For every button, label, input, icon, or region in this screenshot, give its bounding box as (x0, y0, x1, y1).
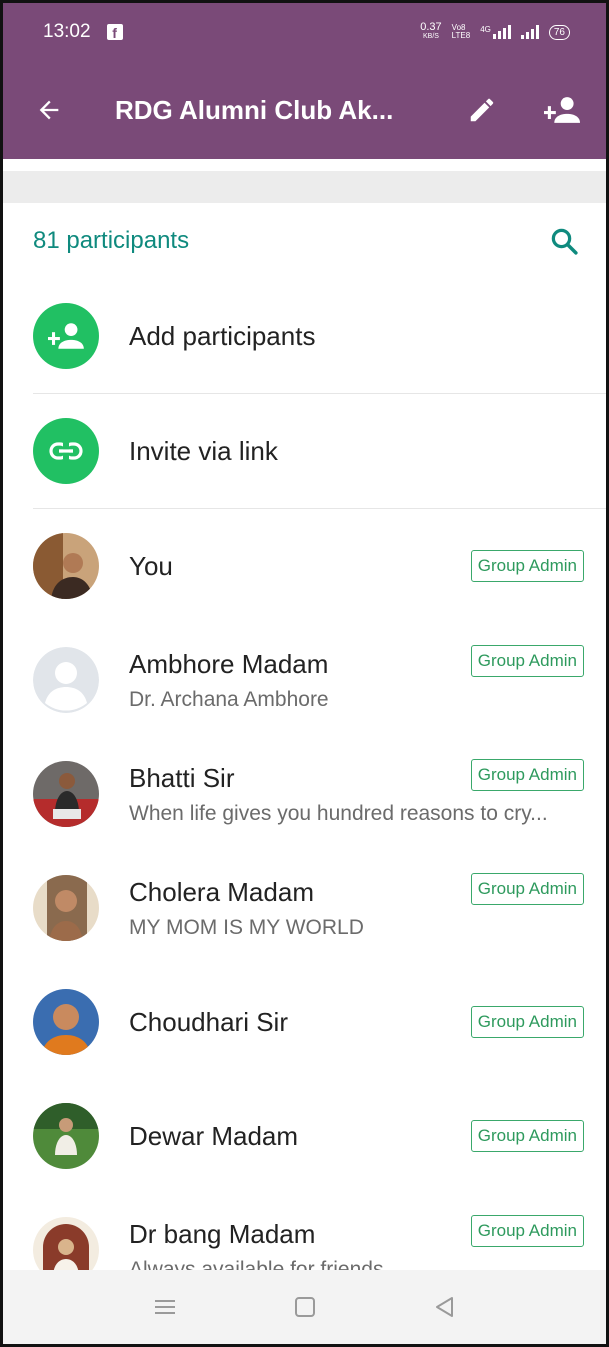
net-speed-unit: KB/S (422, 33, 439, 40)
edit-button[interactable] (462, 90, 502, 130)
invite-via-link-row[interactable]: Invite via link (3, 394, 606, 508)
group-admin-badge: Group Admin (470, 645, 584, 677)
participants-header: 81 participants (3, 203, 606, 279)
pencil-icon (470, 98, 494, 122)
invite-link-icon-circle (33, 418, 99, 484)
menu-lines-icon (154, 1300, 175, 1314)
participants-count: 81 participants (33, 227, 190, 254)
group-admin-badge: Group Admin (470, 1120, 584, 1152)
avatar (33, 989, 99, 1055)
search-button[interactable] (544, 221, 584, 261)
volte-indicator: Vo8 LTE8 (452, 24, 471, 40)
signal-icon-sim2 (520, 25, 539, 39)
back-nav-button[interactable] (429, 1291, 461, 1323)
group-admin-badge: Group Admin (470, 1215, 584, 1247)
back-button[interactable] (35, 90, 75, 130)
add-person-icon (544, 97, 580, 123)
member-row-choudhari[interactable]: Choudhari Sir Group Admin (3, 965, 606, 1079)
status-bar: 13:02 f 0.37 KB/S Vo8 LTE8 4G 76 (3, 3, 606, 61)
system-nav-bar (3, 1270, 606, 1344)
member-about: When life gives you hundred reasons to c… (129, 801, 548, 825)
recents-button[interactable] (149, 1291, 181, 1323)
net-speed-value: 0.37 (420, 21, 442, 33)
member-row-cholera[interactable]: Cholera Madam MY MOM IS MY WORLD Group A… (3, 851, 606, 965)
invite-via-link-label: Invite via link (129, 435, 278, 466)
network-type: 4G (480, 25, 491, 34)
add-participants-icon-circle (33, 303, 99, 369)
group-admin-badge: Group Admin (470, 873, 584, 905)
status-time: 13:02 (43, 21, 91, 42)
link-icon (49, 442, 83, 460)
triangle-back-icon (435, 1297, 453, 1317)
section-divider (3, 171, 606, 203)
member-about: Dr. Archana Ambhore (129, 687, 329, 711)
arrow-left-icon (39, 100, 59, 120)
group-title[interactable]: RDG Alumni Club Ak... (115, 95, 462, 126)
search-icon (551, 228, 578, 255)
square-icon (294, 1297, 315, 1317)
member-row-ambhore[interactable]: Ambhore Madam Dr. Archana Ambhore Group … (3, 623, 606, 737)
volte-line2: LTE8 (451, 31, 471, 40)
app-bar: RDG Alumni Club Ak... (3, 61, 606, 159)
avatar (33, 647, 99, 713)
net-speed: 0.37 KB/S (420, 22, 441, 42)
member-row-you[interactable]: You Group Admin (3, 509, 606, 623)
battery-icon: 76 (548, 24, 570, 40)
add-participants-label: Add participants (129, 320, 316, 351)
group-admin-badge: Group Admin (470, 1006, 584, 1038)
add-participants-row[interactable]: Add participants (3, 279, 606, 393)
screen: 13:02 f 0.37 KB/S Vo8 LTE8 4G 76 RDG Alu… (0, 0, 609, 1347)
avatar (33, 533, 99, 599)
signal-icon: 4G (480, 25, 511, 39)
avatar (33, 761, 99, 827)
facebook-icon: f (106, 24, 123, 40)
group-admin-badge: Group Admin (470, 759, 584, 791)
add-person-icon (48, 323, 84, 349)
avatar (33, 1103, 99, 1169)
member-about: MY MOM IS MY WORLD (129, 915, 364, 939)
home-button[interactable] (289, 1291, 321, 1323)
avatar (33, 875, 99, 941)
member-row-bhatti[interactable]: Bhatti Sir When life gives you hundred r… (3, 737, 606, 851)
add-participant-button[interactable] (542, 90, 582, 130)
group-admin-badge: Group Admin (470, 550, 584, 582)
member-row-dewar[interactable]: Dewar Madam Group Admin (3, 1079, 606, 1193)
